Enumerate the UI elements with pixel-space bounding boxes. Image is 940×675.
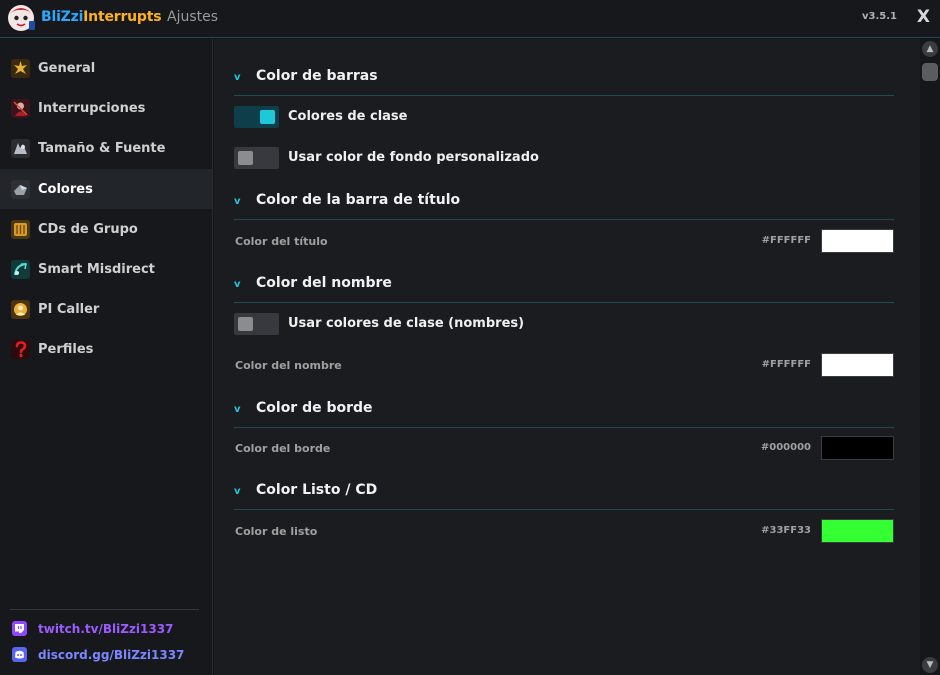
sidebar-item-general[interactable]: General <box>0 48 212 88</box>
chevron-down-icon: v <box>234 196 241 207</box>
scrollbar[interactable]: ▲ ▼ <box>920 39 940 675</box>
border-color-swatch[interactable] <box>821 436 894 460</box>
sidebar-item-label: CDs de Grupo <box>38 221 138 237</box>
border-color-row: Color del borde #000000 <box>234 436 894 460</box>
version-label: v3.5.1 <box>862 11 897 22</box>
section-title: Color de borde <box>256 400 373 416</box>
class-names-label: Usar colores de clase (nombres) <box>288 316 525 331</box>
scroll-thumb[interactable] <box>922 63 938 81</box>
class-colors-row: Colores de clase <box>234 105 894 129</box>
sidebar-item-label: Tamaño & Fuente <box>38 140 166 156</box>
gear-spark-icon <box>11 58 30 78</box>
title-color-hex: #FFFFFF <box>761 235 811 246</box>
border-color-hex: #000000 <box>760 442 811 453</box>
colors-icon <box>11 179 30 199</box>
section-title: Color Listo / CD <box>256 482 378 498</box>
chevron-down-icon: v <box>234 486 241 497</box>
title-bar: BliZziInterrupts Ajustes v3.5.1 X <box>0 0 940 38</box>
twitch-link-label: twitch.tv/BliZzi1337 <box>38 621 174 636</box>
toggle-knob <box>260 110 275 124</box>
section-bar-color-header[interactable]: v Color de barras <box>234 68 894 96</box>
chevron-down-icon: v <box>234 279 241 290</box>
sidebar-item-colores[interactable]: Colores <box>0 169 212 209</box>
name-color-row: Color del nombre #FFFFFF <box>234 353 894 377</box>
sidebar: General Interrupciones Tamaño & Fuente C… <box>0 39 213 675</box>
sidebar-item-label: Interrupciones <box>38 100 146 116</box>
misdirect-icon <box>11 259 30 279</box>
sidebar-item-label: General <box>38 60 96 76</box>
section-title: Color de la barra de título <box>256 192 461 208</box>
title-color-row: Color del título #FFFFFF <box>234 229 894 253</box>
toggle-knob <box>238 151 253 165</box>
discord-icon <box>12 647 27 662</box>
sidebar-item-label: Smart Misdirect <box>38 261 155 277</box>
app-brand: BliZziInterrupts <box>41 9 162 25</box>
toggle-knob <box>238 317 253 331</box>
sidebar-item-interrupciones[interactable]: Interrupciones <box>0 88 212 128</box>
scroll-up-icon[interactable]: ▲ <box>922 41 938 57</box>
custom-bg-label: Usar color de fondo personalizado <box>288 150 539 165</box>
brand-part1: BliZzi <box>41 9 84 25</box>
sidebar-item-smart-misdirect[interactable]: Smart Misdirect <box>0 249 212 289</box>
sidebar-item-pi-caller[interactable]: PI Caller <box>0 289 212 329</box>
twitch-icon <box>12 621 27 636</box>
name-color-hex: #FFFFFF <box>761 359 811 370</box>
section-ready-color-header[interactable]: v Color Listo / CD <box>234 482 894 510</box>
sidebar-item-perfiles[interactable]: Perfiles <box>0 329 212 369</box>
class-colors-label: Colores de clase <box>288 109 408 124</box>
title-color-label: Color del título <box>235 235 328 248</box>
group-cds-icon <box>11 219 30 239</box>
twitch-link[interactable]: twitch.tv/BliZzi1337 <box>12 621 173 636</box>
class-colors-toggle[interactable] <box>234 106 279 128</box>
ready-color-hex: #33FF33 <box>761 525 811 536</box>
chevron-down-icon: v <box>234 404 241 415</box>
sidebar-item-cds-de-grupo[interactable]: CDs de Grupo <box>0 209 212 249</box>
section-border-color-header[interactable]: v Color de borde <box>234 400 894 428</box>
sidebar-item-label: Colores <box>38 181 93 197</box>
ready-color-row: Color de listo #33FF33 <box>234 519 894 543</box>
name-color-label: Color del nombre <box>235 359 342 372</box>
ready-color-label: Color de listo <box>235 525 318 538</box>
brand-part2: Interrupts <box>83 9 162 25</box>
settings-panel: v Color de barras Colores de clase Usar … <box>214 39 940 675</box>
question-mark-icon <box>11 339 30 359</box>
pi-caller-icon <box>11 299 30 319</box>
section-name-color-header[interactable]: v Color del nombre <box>234 275 894 303</box>
sidebar-divider <box>10 609 199 610</box>
section-title-bar-color-header[interactable]: v Color de la barra de título <box>234 192 894 220</box>
name-color-swatch[interactable] <box>821 353 894 377</box>
interrupt-icon <box>11 98 30 118</box>
section-title: Color del nombre <box>256 275 392 291</box>
discord-link-label: discord.gg/BliZzi1337 <box>38 647 185 662</box>
chevron-down-icon: v <box>234 72 241 83</box>
class-names-toggle[interactable] <box>234 313 279 335</box>
discord-link[interactable]: discord.gg/BliZzi1337 <box>12 647 184 662</box>
border-color-label: Color del borde <box>235 442 331 455</box>
class-names-row: Usar colores de clase (nombres) <box>234 312 894 336</box>
title-color-swatch[interactable] <box>821 229 894 253</box>
scroll-down-icon[interactable]: ▼ <box>922 657 938 673</box>
size-font-icon <box>11 138 30 158</box>
sidebar-item-tamano-fuente[interactable]: Tamaño & Fuente <box>0 128 212 168</box>
ready-color-swatch[interactable] <box>821 519 894 543</box>
sidebar-item-label: PI Caller <box>38 301 100 317</box>
app-logo-icon <box>6 3 36 33</box>
custom-bg-toggle[interactable] <box>234 147 279 169</box>
close-button[interactable]: X <box>917 7 930 27</box>
window-subtitle: Ajustes <box>167 9 219 25</box>
custom-bg-row: Usar color de fondo personalizado <box>234 146 894 170</box>
sidebar-item-label: Perfiles <box>38 341 94 357</box>
section-title: Color de barras <box>256 68 378 84</box>
